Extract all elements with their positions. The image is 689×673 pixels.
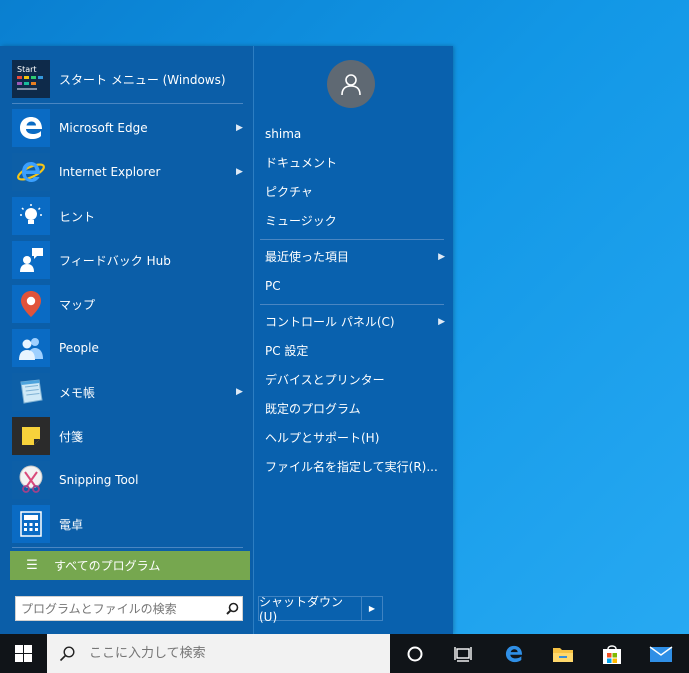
shutdown-control: シャットダウン(U) ▶ xyxy=(258,595,383,624)
taskbar-store-button[interactable] xyxy=(588,634,636,673)
chevron-right-icon: ▶ xyxy=(236,167,243,177)
right-item-documents[interactable]: ドキュメント xyxy=(265,152,445,174)
people-icon xyxy=(12,329,50,367)
windows-logo-icon xyxy=(15,645,32,662)
app-microsoft-edge[interactable]: Microsoft Edge ▶ xyxy=(12,108,246,148)
cortana-button[interactable] xyxy=(391,634,439,673)
edge-icon xyxy=(12,109,50,147)
right-item-control-panel[interactable]: コントロール パネル(C) ▶ xyxy=(265,311,445,333)
right-item-pc[interactable]: PC xyxy=(265,275,445,297)
separator xyxy=(12,103,243,104)
taskbar-mail-button[interactable] xyxy=(637,634,685,673)
app-people[interactable]: People xyxy=(12,328,246,368)
store-icon xyxy=(603,644,621,664)
separator xyxy=(260,304,444,305)
right-item-pc-settings[interactable]: PC 設定 xyxy=(265,340,445,362)
app-label: 付箋 xyxy=(59,429,84,444)
start-button[interactable] xyxy=(0,634,47,673)
search-icon xyxy=(47,645,87,662)
map-pin-icon xyxy=(12,285,50,323)
internet-explorer-icon xyxy=(12,153,50,191)
all-programs-label: すべてのプログラム xyxy=(54,559,161,573)
taskbar-search-input[interactable] xyxy=(87,645,390,662)
lightbulb-icon xyxy=(12,197,50,235)
task-view-button[interactable] xyxy=(439,634,487,673)
program-search-box[interactable] xyxy=(15,596,243,621)
app-label: メモ帳 xyxy=(59,385,96,400)
start-menu-header[interactable]: Start スタート メニュー (Windows) xyxy=(12,59,246,99)
start-menu-left-pane: Start スタート メニュー (Windows) Microsoft Edge… xyxy=(0,46,253,634)
right-item-recent[interactable]: 最近使った項目 ▶ xyxy=(265,246,445,268)
start-menu-header-label: スタート メニュー (Windows) xyxy=(59,72,226,87)
taskbar-edge-button[interactable] xyxy=(490,634,538,673)
mail-icon xyxy=(649,645,673,662)
user-avatar[interactable] xyxy=(327,60,375,108)
separator xyxy=(12,547,243,548)
task-view-icon xyxy=(454,646,472,662)
app-sticky-notes[interactable]: 付箋 xyxy=(12,416,246,456)
right-item-help-support[interactable]: ヘルプとサポート(H) xyxy=(265,427,445,449)
right-item-user[interactable]: shima xyxy=(265,123,445,145)
app-internet-explorer[interactable]: Internet Explorer ▶ xyxy=(12,152,246,192)
app-label: People xyxy=(59,341,99,355)
app-label: フィードバック Hub xyxy=(59,253,171,268)
svg-text:Start: Start xyxy=(17,65,37,74)
app-label: Internet Explorer xyxy=(59,165,161,179)
app-notepad[interactable]: メモ帳 ▶ xyxy=(12,372,246,412)
notepad-icon xyxy=(12,373,50,411)
start-menu: Start スタート メニュー (Windows) Microsoft Edge… xyxy=(0,46,453,634)
right-item-run[interactable]: ファイル名を指定して実行(R)... xyxy=(265,456,445,478)
right-item-devices-printers[interactable]: デバイスとプリンター xyxy=(265,369,445,391)
shutdown-button[interactable]: シャットダウン(U) xyxy=(259,595,362,624)
right-item-pictures[interactable]: ピクチャ xyxy=(265,181,445,203)
calculator-icon xyxy=(12,505,50,543)
app-label: Snipping Tool xyxy=(59,473,139,487)
separator xyxy=(260,239,444,240)
app-calculator[interactable]: 電卓 xyxy=(12,504,246,544)
feedback-hub-icon xyxy=(12,241,50,279)
app-feedback-hub[interactable]: フィードバック Hub xyxy=(12,240,246,280)
start-menu-right-pane: shima ドキュメント ピクチャ ミュージック 最近使った項目 ▶ PC コン… xyxy=(253,46,453,634)
app-maps[interactable]: マップ xyxy=(12,284,246,324)
app-label: マップ xyxy=(59,297,96,312)
shutdown-options-button[interactable]: ▶ xyxy=(362,597,382,620)
app-label: 電卓 xyxy=(59,517,84,532)
right-item-music[interactable]: ミュージック xyxy=(265,210,445,232)
sticky-notes-icon xyxy=(12,417,50,455)
list-icon: ☰ xyxy=(26,558,38,573)
app-label: ヒント xyxy=(59,209,96,224)
chevron-right-icon: ▶ xyxy=(236,123,243,133)
chevron-right-icon: ▶ xyxy=(368,604,376,613)
app-snipping-tool[interactable]: Snipping Tool xyxy=(12,460,246,500)
scissors-icon xyxy=(12,461,50,499)
taskbar-search-box[interactable] xyxy=(47,634,390,673)
start-menu-logo-icon: Start xyxy=(12,60,50,98)
right-item-default-programs[interactable]: 既定のプログラム xyxy=(265,398,445,420)
taskbar-file-explorer-button[interactable] xyxy=(539,634,587,673)
app-label: Microsoft Edge xyxy=(59,121,148,135)
edge-icon xyxy=(505,645,523,662)
all-programs-button[interactable]: ☰ すべてのプログラム xyxy=(10,551,250,580)
file-explorer-icon xyxy=(553,647,573,662)
taskbar xyxy=(0,634,689,673)
chevron-right-icon: ▶ xyxy=(236,387,243,397)
chevron-right-icon: ▶ xyxy=(438,317,445,327)
cortana-icon xyxy=(407,646,423,661)
user-icon xyxy=(341,74,361,96)
app-tips[interactable]: ヒント xyxy=(12,196,246,236)
chevron-right-icon: ▶ xyxy=(438,252,445,262)
search-icon[interactable] xyxy=(222,602,242,615)
program-search-input[interactable] xyxy=(19,598,222,619)
